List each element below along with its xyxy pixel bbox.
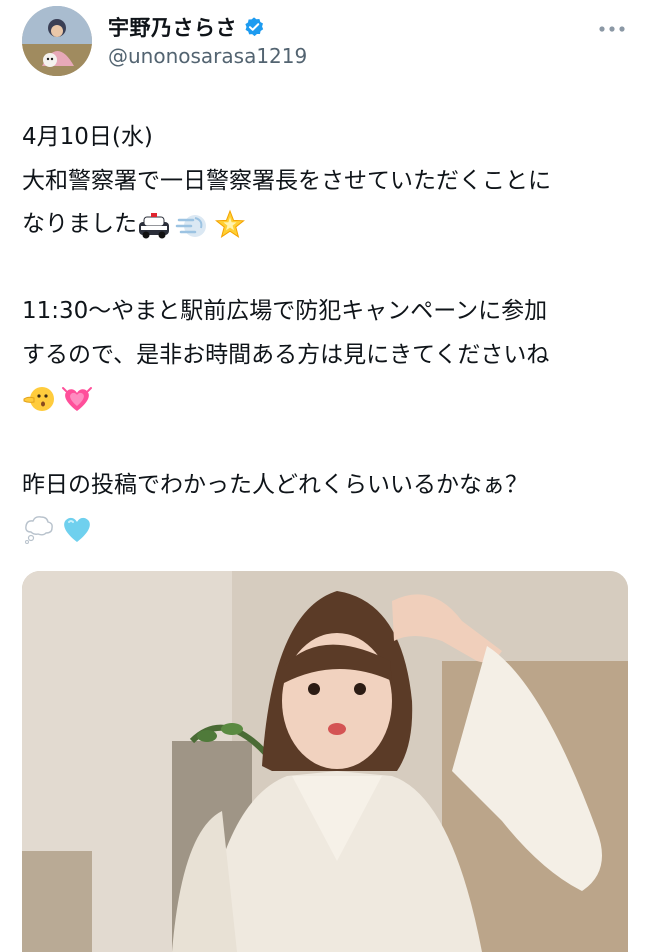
glowing-star-emoji: [215, 209, 245, 238]
tweet-line-text: なりました: [22, 211, 137, 237]
tweet-line-emojis: [22, 377, 632, 421]
tweet-line: 昨日の投稿でわかった人どれくらいいるかなぁ？: [22, 472, 528, 498]
pointing-face-emoji: [23, 386, 54, 411]
tweet-line: 11:30〜やまと駅前広場で防犯キャンペーンに参加: [22, 298, 548, 324]
tweet-line-emojis: [22, 508, 632, 552]
dash-emoji: [175, 214, 206, 237]
salute-photo-icon: [22, 571, 628, 952]
tweet-line: するので、是非お時間ある方は見にきてくださいね: [22, 341, 550, 368]
police-car-emoji: [139, 212, 169, 239]
avatar-photo-icon: [22, 6, 92, 76]
attached-photo[interactable]: [22, 571, 628, 952]
verified-badge-icon: [245, 17, 264, 37]
thought-balloon-emoji: [25, 516, 53, 545]
user-handle[interactable]: @unonosarasa1219: [108, 44, 307, 68]
tweet-header: 宇野乃さらさ @unonosarasa1219: [0, 0, 650, 90]
display-name[interactable]: 宇野乃さらさ: [108, 12, 237, 42]
tweet-line: 大和警察署で一日警察署長をさせていただくことに: [22, 167, 551, 194]
tweet-line: なりました: [22, 203, 632, 247]
growing-heart-emoji: [62, 386, 92, 411]
avatar[interactable]: [22, 6, 92, 76]
more-options-icon[interactable]: [594, 18, 630, 40]
tweet-text: 4月10日(水) 大和警察署で一日警察署長をさせていただくことに なりました 1…: [22, 116, 632, 551]
tweet-line-date: 4月10日(水): [22, 124, 153, 150]
light-blue-heart-emoji: [64, 518, 90, 543]
